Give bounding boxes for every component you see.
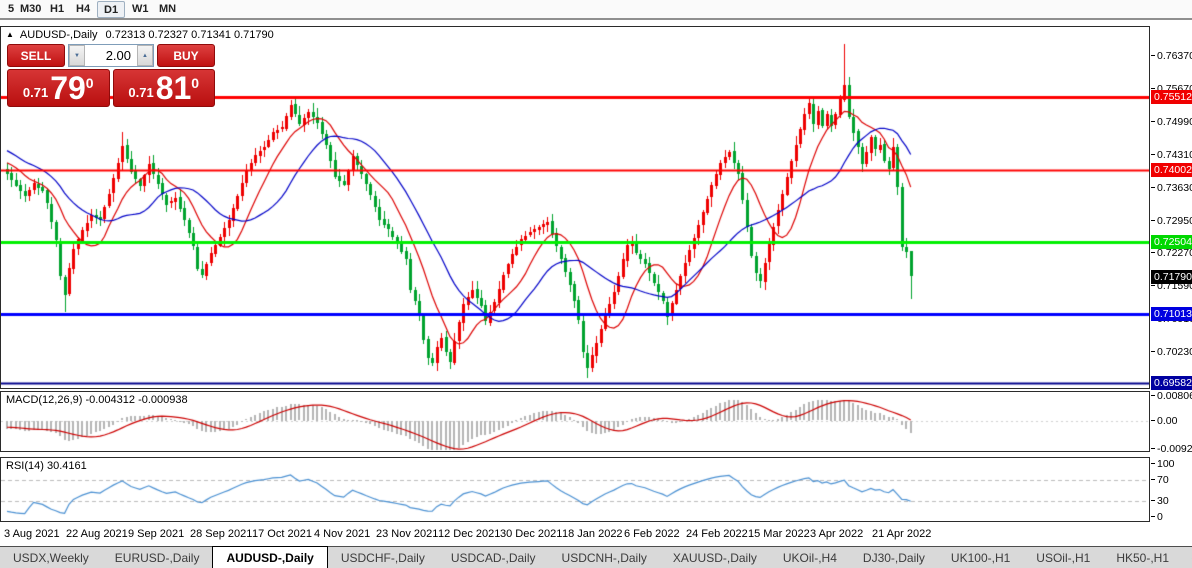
timeframe-button-m30[interactable]: M30 — [14, 1, 47, 18]
price-level-badge: 0.72504 — [1151, 235, 1192, 250]
buy-price-small: 0.71 — [128, 85, 154, 100]
chart-title: ▲ AUDUSD-,Daily 0.72313 0.72327 0.71341 … — [6, 29, 274, 41]
axis-tick-label: 70 — [1151, 473, 1169, 486]
price-level-badge: 0.74002 — [1151, 162, 1192, 177]
chart-symbol-label: AUDUSD-,Daily — [19, 29, 98, 41]
axis-tick-label: 0 — [1151, 511, 1163, 523]
lot-size-value[interactable]: 2.00 — [85, 45, 137, 66]
axis-tick-label: 0.72950 — [1151, 215, 1192, 227]
date-tick-label: 24 Feb 2022 — [686, 528, 748, 540]
date-tick-label: 3 Aug 2021 — [4, 528, 60, 540]
chart-tab-hk50[interactable]: HK50-,H1 — [1103, 547, 1182, 568]
timeframe-button-h4[interactable]: H4 — [70, 1, 96, 18]
buy-button[interactable]: BUY — [157, 44, 215, 67]
axis-tick-label: 0.00 — [1150, 414, 1178, 427]
chart-tab-usdcnh[interactable]: USDCNH-,Daily — [549, 547, 660, 568]
sell-price-button[interactable]: 0.71 79 0 — [7, 69, 110, 107]
macd-label: MACD(12,26,9) -0.004312 -0.000938 — [6, 394, 188, 406]
chart-tab-usoil[interactable]: USOil-,H1 — [1023, 547, 1103, 568]
chart-tab-eurusd[interactable]: EURUSD-,Daily — [102, 547, 213, 568]
timeframe-button-d1[interactable]: D1 — [97, 1, 126, 18]
chart-tab-dj30[interactable]: DJ30-,Daily — [850, 547, 938, 568]
axis-tick-label: 0.008061 — [1151, 390, 1192, 402]
price-level-badge: 0.69582 — [1151, 376, 1192, 391]
date-tick-label: 4 Nov 2021 — [314, 528, 371, 540]
chart-tab-audusd[interactable]: AUDUSD-,Daily — [212, 546, 328, 568]
current-price-badge: 0.71790 — [1151, 269, 1192, 284]
date-tick-label: 23 Nov 2021 — [376, 528, 439, 540]
axis-tick-label: 0.76370 — [1151, 50, 1192, 62]
symbol-tab-bar: USDX,Weekly EURUSD-,Daily AUDUSD-,Daily USD… — [0, 546, 1192, 568]
date-tick-label: 30 Dec 2021 — [500, 528, 563, 540]
lot-increase-button[interactable]: ▲ — [137, 45, 153, 66]
date-tick-label: 3 Apr 2022 — [810, 528, 864, 540]
chart-ohlc-values: 0.72313 0.72327 0.71341 0.71790 — [105, 29, 274, 41]
rsi-canvas[interactable] — [1, 458, 1149, 521]
macd-indicator-panel: MACD(12,26,9) -0.004312 -0.000938 — [0, 391, 1150, 452]
axis-tick-label: 0.74990 — [1151, 116, 1192, 128]
timeframe-button-h1[interactable]: H1 — [44, 1, 70, 18]
terminal-window: 5 M30 H1 H4 D1 W1 MN ▲ AUDUSD-,Daily 0.72313 0… — [0, 0, 1192, 568]
chart-tab-xauusd[interactable]: XAUUSD-,Daily — [660, 547, 770, 568]
date-tick-label: 15 Mar 2022 — [748, 528, 810, 540]
date-tick-label: 28 Sep 2021 — [190, 528, 253, 540]
timeframe-button-mn[interactable]: MN — [153, 1, 182, 18]
date-tick-label: 17 Oct 2021 — [252, 528, 312, 540]
price-axis: 0.763700.756700.749900.743100.736300.729… — [1150, 0, 1192, 568]
sell-price-big: 79 — [50, 70, 86, 106]
chart-tab-usdchf[interactable]: USDCHF-,Daily — [328, 547, 438, 568]
date-tick-label: 21 Apr 2022 — [872, 528, 932, 540]
price-level-badge: 0.71013 — [1151, 307, 1192, 322]
chart-tab-usdx[interactable]: USDX,Weekly — [0, 547, 102, 568]
sell-price-sup: 0 — [85, 75, 94, 91]
axis-tick-label: 0.70230 — [1151, 346, 1192, 358]
sell-button[interactable]: SELL — [7, 44, 65, 67]
chart-collapse-icon[interactable]: ▲ — [6, 30, 14, 39]
buy-price-big: 81 — [155, 70, 192, 106]
axis-tick-label: -0.009286 — [1150, 443, 1192, 455]
axis-tick-label: 0.73630 — [1151, 182, 1192, 194]
price-level-badge: 0.75512 — [1151, 90, 1192, 104]
one-click-trading-panel: SELL ▼ 2.00 ▲ BUY 0.71 79 0 0.71 81 0 — [7, 44, 215, 107]
rsi-indicator-panel: RSI(14) 30.4161 — [0, 457, 1150, 522]
axis-tick-label: 0.74310 — [1151, 149, 1192, 161]
chart-tab-ukoil[interactable]: UKOil-,H4 — [770, 547, 850, 568]
sell-price-small: 0.71 — [22, 85, 49, 100]
lot-size-spinner: ▼ 2.00 ▲ — [68, 44, 154, 67]
date-tick-label: 9 Sep 2021 — [128, 528, 185, 540]
spinner-down-icon: ▼ — [74, 52, 80, 59]
axis-tick-label: 100 — [1151, 458, 1175, 470]
spinner-up-icon: ▲ — [142, 52, 148, 59]
date-tick-label: 6 Feb 2022 — [624, 528, 680, 540]
chart-tab-uk100[interactable]: UK100-,H1 — [938, 547, 1023, 568]
date-tick-label: 22 Aug 2021 — [66, 528, 128, 540]
buy-price-button[interactable]: 0.71 81 0 — [112, 69, 215, 107]
rsi-label: RSI(14) 30.4161 — [6, 460, 87, 472]
lot-decrease-button[interactable]: ▼ — [69, 45, 85, 66]
timeframe-button-w1[interactable]: W1 — [126, 1, 155, 18]
date-tick-label: 18 Jan 2022 — [562, 528, 623, 540]
price-chart-panel: ▲ AUDUSD-,Daily 0.72313 0.72327 0.71341 … — [0, 26, 1150, 389]
date-axis: 3 Aug 2021 22 Aug 2021 9 Sep 2021 28 Sep 20… — [0, 524, 1150, 544]
chart-tab-usdcad[interactable]: USDCAD-,Daily — [438, 547, 549, 568]
date-tick-label: 12 Dec 2021 — [438, 528, 501, 540]
buy-price-sup: 0 — [191, 75, 200, 91]
axis-tick-label: 30 — [1151, 495, 1169, 508]
axis-tick-label: 0.72270 — [1151, 247, 1192, 259]
timeframe-toolbar: 5 M30 H1 H4 D1 W1 MN — [0, 0, 1192, 20]
